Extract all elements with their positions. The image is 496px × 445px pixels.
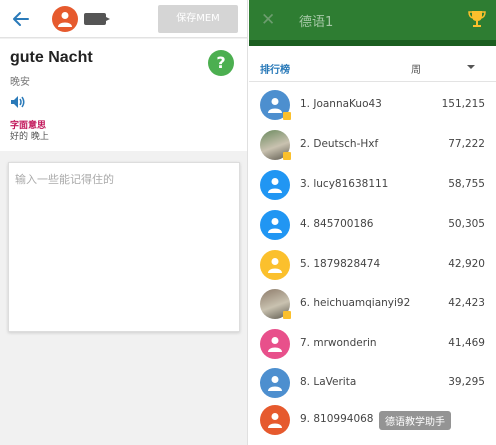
- score: 58,755: [448, 178, 485, 190]
- score: 41,469: [448, 337, 485, 349]
- mem-text-input[interactable]: 输入一些能记得住的: [8, 162, 240, 332]
- trophy-icon[interactable]: [467, 9, 487, 29]
- avatar[interactable]: [260, 405, 290, 435]
- rank-username: 2. Deutsch-Hxf: [300, 138, 379, 150]
- avatar[interactable]: [260, 329, 290, 359]
- rank-username: 5. 1879828474: [300, 258, 381, 270]
- score: 50,305: [448, 218, 485, 230]
- user-avatar[interactable]: [52, 6, 78, 32]
- avatar[interactable]: [260, 170, 290, 200]
- speaker-icon[interactable]: [10, 95, 26, 109]
- person-icon: [268, 98, 282, 113]
- leaderboard-row[interactable]: 3. lucy81638111 58,755: [249, 166, 496, 206]
- course-title: 德语1: [299, 15, 334, 30]
- leaderboard-row[interactable]: 4. 845700186 50,305: [249, 206, 496, 246]
- leaderboard-panel: ✕ 德语1 排行榜 周 1. JoannaKuo43 151,215 2. Deut…: [249, 0, 496, 445]
- person-icon: [268, 178, 282, 193]
- leaderboard-row[interactable]: 9. 810994068: [249, 401, 496, 441]
- badge-icon: [283, 112, 291, 120]
- person-icon: [268, 413, 282, 428]
- leaderboard-row[interactable]: 5. 1879828474 42,920: [249, 246, 496, 286]
- header-strip: [249, 40, 496, 46]
- divider: [249, 81, 496, 82]
- score: 151,215: [441, 98, 485, 110]
- mem-editor-panel: 保存MEM gute Nacht ? 晚安 字面意思 好的 晚上 输入一些能记得…: [0, 0, 248, 445]
- back-arrow-icon[interactable]: [10, 8, 32, 30]
- close-icon[interactable]: ✕: [261, 9, 275, 31]
- rank-username: 8. LaVerita: [300, 376, 357, 388]
- leaderboard-row[interactable]: 6. heichuamqianyi92 42,423: [249, 285, 496, 325]
- score: 42,920: [448, 258, 485, 270]
- leaderboard-label: 排行榜: [260, 65, 290, 76]
- rank-username: 9. 810994068: [300, 413, 374, 425]
- score: 77,222: [448, 138, 485, 150]
- score: 42,423: [448, 297, 485, 309]
- badge-icon: [283, 311, 291, 319]
- course-header: ✕ 德语1: [249, 0, 496, 40]
- person-icon: [58, 12, 72, 27]
- person-icon: [268, 258, 282, 273]
- leaderboard-row[interactable]: 1. JoannaKuo43 151,215: [249, 86, 496, 126]
- leaderboard-row[interactable]: 7. mrwonderin 41,469: [249, 325, 496, 365]
- word-meaning: 晚安: [10, 77, 30, 88]
- rank-username: 3. lucy81638111: [300, 178, 389, 190]
- rank-username: 4. 845700186: [300, 218, 374, 230]
- save-mem-button[interactable]: 保存MEM: [158, 5, 238, 33]
- chevron-down-icon[interactable]: [467, 65, 475, 69]
- camera-icon[interactable]: [84, 13, 110, 25]
- rank-username: 6. heichuamqianyi92: [300, 297, 411, 309]
- score: 39,295: [448, 376, 485, 388]
- period-select[interactable]: 周: [411, 61, 421, 76]
- avatar[interactable]: [260, 210, 290, 240]
- editor-top-bar: 保存MEM: [0, 0, 247, 38]
- word-title: gute Nacht: [10, 49, 93, 66]
- person-icon: [268, 337, 282, 352]
- rank-username: 7. mrwonderin: [300, 337, 377, 349]
- person-icon: [268, 218, 282, 233]
- help-button[interactable]: ?: [208, 50, 234, 76]
- leaderboard-row[interactable]: 8. LaVerita 39,295: [249, 364, 496, 404]
- leaderboard-row[interactable]: 2. Deutsch-Hxf 77,222: [249, 126, 496, 166]
- literal-meaning-value: 好的 晚上: [10, 132, 49, 142]
- person-icon: [268, 376, 282, 391]
- rank-username: 1. JoannaKuo43: [300, 98, 382, 110]
- badge-icon: [283, 152, 291, 160]
- avatar[interactable]: [260, 250, 290, 280]
- avatar[interactable]: [260, 368, 290, 398]
- watermark: 德语教学助手: [379, 411, 451, 430]
